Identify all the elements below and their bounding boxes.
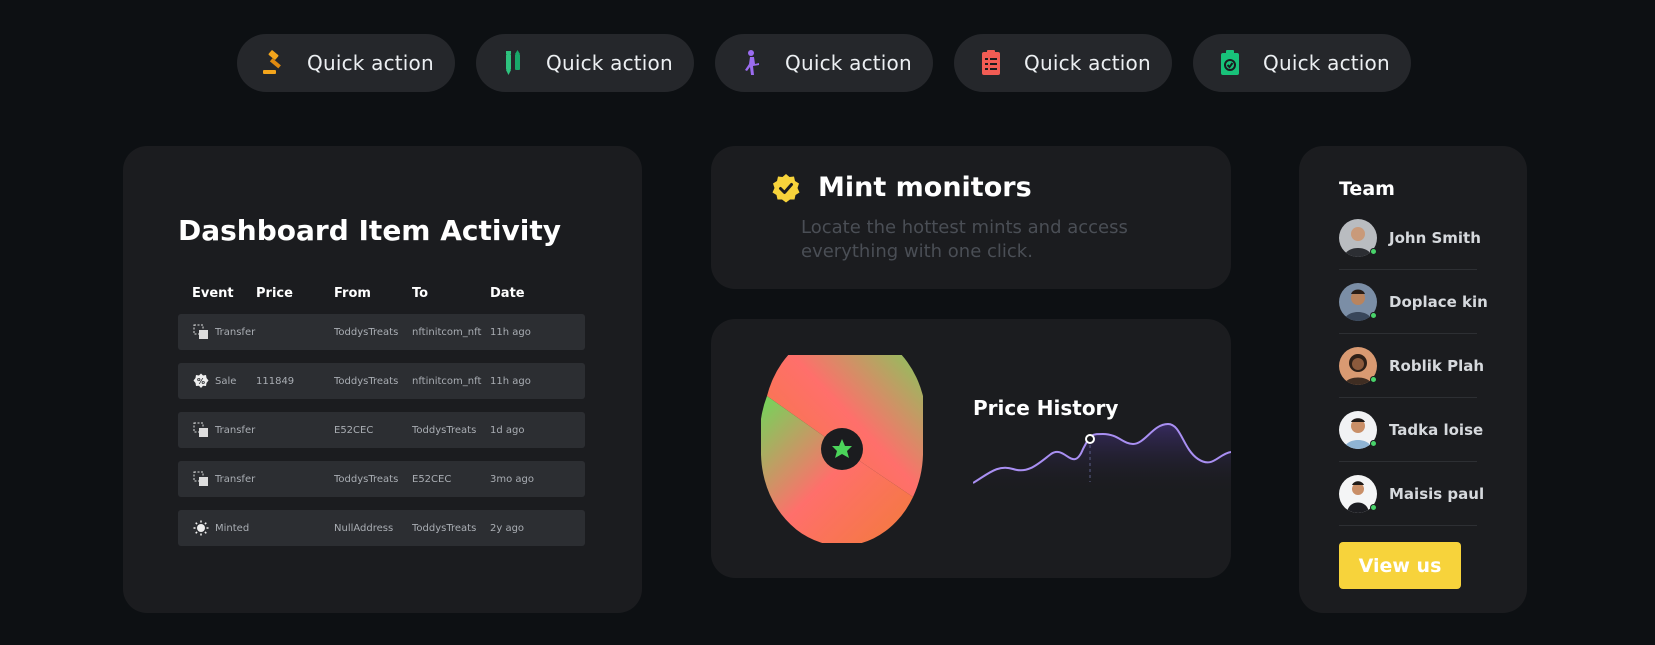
quick-actions-bar: Quick action Quick action Quick action Q… — [237, 34, 1411, 92]
avatar — [1339, 410, 1377, 449]
online-status-icon — [1370, 375, 1377, 383]
table-row[interactable]: Transfer E52CEC ToddysTreats 1d ago — [178, 412, 585, 448]
event-label: Transfer — [215, 473, 256, 485]
event-label: Transfer — [215, 424, 256, 436]
team-title: Team — [1339, 178, 1395, 200]
cell-date: 3mo ago — [490, 473, 534, 485]
mint-title: Mint monitors — [818, 172, 1032, 203]
cell-to[interactable]: ToddysTreats — [412, 425, 490, 436]
checklist-icon — [976, 48, 1006, 78]
transfer-icon — [192, 324, 209, 341]
quick-action-button-5[interactable]: Quick action — [1193, 34, 1411, 92]
cell-from[interactable]: ToddysTreats — [334, 376, 412, 387]
view-us-button[interactable]: View us — [1339, 542, 1461, 589]
transfer-icon — [192, 422, 209, 439]
cell-date: 2y ago — [490, 522, 525, 534]
transfer-icon — [192, 471, 209, 488]
member-name: John Smith — [1389, 228, 1481, 247]
cell-price: 111849 — [256, 375, 295, 387]
price-history-sparkline — [973, 422, 1231, 494]
clipboard-check-icon — [1215, 48, 1245, 78]
avatar — [1339, 346, 1377, 385]
quick-action-label: Quick action — [785, 51, 912, 75]
mint-monitors-card[interactable]: Mint monitors Locate the hottest mints a… — [711, 146, 1231, 289]
online-status-icon — [1370, 503, 1377, 511]
online-status-icon — [1370, 247, 1377, 255]
price-history-card: Price History — [711, 319, 1231, 578]
activity-card: Dashboard Item Activity Event Price From… — [123, 146, 642, 613]
event-label: Transfer — [215, 326, 256, 338]
cell-from[interactable]: ToddysTreats — [334, 327, 412, 338]
avatar — [1339, 282, 1377, 321]
online-status-icon — [1370, 311, 1377, 319]
team-member[interactable]: John Smith — [1339, 206, 1481, 270]
cell-from[interactable]: ToddysTreats — [334, 474, 412, 485]
svg-text:%: % — [196, 377, 204, 386]
minted-icon — [192, 520, 209, 537]
cell-date: 11h ago — [490, 375, 531, 387]
price-point-marker — [1085, 434, 1095, 444]
sale-icon: % — [192, 373, 209, 390]
quick-action-button-3[interactable]: Quick action — [715, 34, 933, 92]
header-from: From — [334, 286, 371, 301]
header-event: Event — [192, 286, 234, 301]
online-status-icon — [1370, 439, 1377, 447]
cell-date: 1d ago — [490, 424, 525, 436]
cell-date: 11h ago — [490, 326, 531, 338]
avatar — [1339, 218, 1377, 257]
cell-from[interactable]: NullAddress — [334, 523, 412, 534]
team-member[interactable]: Roblik Plah — [1339, 334, 1484, 398]
table-row[interactable]: Transfer ToddysTreats nftinitcom_nft 11h… — [178, 314, 585, 350]
quick-action-button-1[interactable]: Quick action — [237, 34, 455, 92]
member-name: Maisis paul — [1389, 484, 1485, 503]
pencils-icon — [498, 48, 528, 78]
header-price: Price — [256, 286, 293, 301]
quick-action-button-2[interactable]: Quick action — [476, 34, 694, 92]
cell-to[interactable]: nftinitcom_nft — [412, 376, 490, 387]
member-name: Doplace kin — [1389, 292, 1488, 311]
event-label: Minted — [215, 522, 250, 534]
table-row[interactable]: Minted NullAddress ToddysTreats 2y ago — [178, 510, 585, 546]
team-card: Team John Smith Doplace kin Roblik Plah … — [1299, 146, 1527, 613]
avatar — [1339, 474, 1377, 513]
quick-action-button-4[interactable]: Quick action — [954, 34, 1172, 92]
quick-action-label: Quick action — [1263, 51, 1390, 75]
header-date: Date — [490, 286, 525, 301]
member-name: Roblik Plah — [1389, 356, 1485, 375]
activity-title: Dashboard Item Activity — [178, 214, 561, 247]
team-member[interactable]: Tadka loise — [1339, 398, 1483, 462]
member-name: Tadka loise — [1389, 420, 1484, 439]
team-member[interactable]: Doplace kin — [1339, 270, 1488, 334]
quick-action-label: Quick action — [1024, 51, 1151, 75]
activity-table-header: Event Price From To Date — [178, 286, 585, 301]
gavel-icon — [259, 48, 289, 78]
mint-description: Locate the hottest mints and access ever… — [801, 217, 1128, 262]
runner-icon — [737, 48, 767, 78]
quick-action-label: Quick action — [546, 51, 673, 75]
cell-to[interactable]: E52CEC — [412, 474, 490, 485]
cell-to[interactable]: nftinitcom_nft — [412, 327, 490, 338]
table-row[interactable]: Transfer ToddysTreats E52CEC 3mo ago — [178, 461, 585, 497]
gradient-donut-graphic — [761, 355, 923, 543]
header-to: To — [412, 286, 429, 301]
event-label: Sale — [215, 375, 237, 387]
team-member[interactable]: Maisis paul — [1339, 462, 1484, 526]
cell-from[interactable]: E52CEC — [334, 425, 412, 436]
table-row[interactable]: % Sale 111849 ToddysTreats nftinitcom_nf… — [178, 363, 585, 399]
quick-action-label: Quick action — [307, 51, 434, 75]
cell-to[interactable]: ToddysTreats — [412, 523, 490, 534]
verified-badge-icon — [770, 173, 802, 205]
